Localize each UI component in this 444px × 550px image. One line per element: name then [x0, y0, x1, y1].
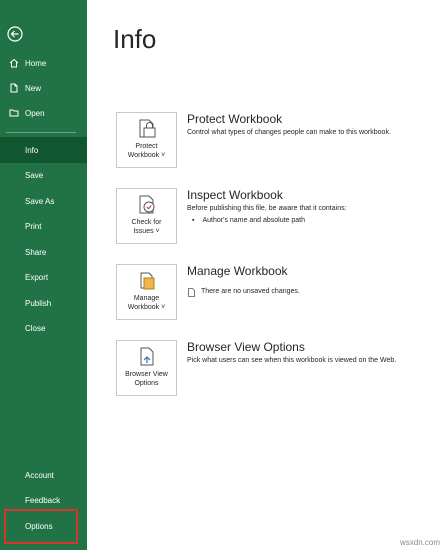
button-label-line2: Options	[134, 380, 159, 387]
sidebar-item-export[interactable]: Export	[0, 264, 87, 290]
options-highlight-box	[4, 509, 78, 544]
sidebar-item-save-as[interactable]: Save As	[0, 188, 87, 214]
folder-open-icon	[9, 109, 19, 117]
sidebar-item-label: Close	[25, 323, 46, 333]
home-icon	[9, 58, 19, 68]
bullet-text: Author's name and absolute path	[202, 217, 306, 224]
button-label-line1: Check for	[131, 219, 162, 226]
protect-workbook-button[interactable]: Protect Workbook ˅	[116, 112, 177, 168]
protect-workbook-section: Protect Workbook ˅ Protect Workbook Cont…	[116, 112, 407, 170]
sidebar-item-label: Info	[25, 145, 39, 155]
sidebar-item-close[interactable]: Close	[0, 315, 87, 341]
backstage-sidebar: Home New Open Info Save Save As Print Sh…	[0, 0, 87, 550]
sidebar-item-label: Save	[25, 170, 44, 180]
inspect-workbook-section: Check for Issues ˅ Inspect Workbook Befo…	[116, 188, 407, 246]
page-title: Info	[113, 24, 157, 54]
sidebar-item-label: Home	[25, 58, 47, 68]
sidebar-item-save[interactable]: Save	[0, 162, 87, 188]
browser-view-options-button[interactable]: Browser View Options	[116, 340, 177, 396]
sidebar-item-open[interactable]: Open	[0, 100, 87, 126]
button-label-line1: Protect	[135, 143, 158, 150]
sidebar-item-label: Open	[25, 108, 45, 118]
document-check-icon	[139, 195, 154, 214]
back-arrow-icon[interactable]	[7, 26, 23, 42]
card-title: Protect Workbook	[187, 112, 283, 126]
manage-workbook-button[interactable]: Manage Workbook ˅	[116, 264, 177, 320]
button-label-line1: Manage	[133, 295, 160, 302]
button-label-line2: Workbook ˅	[127, 304, 166, 311]
sidebar-item-label: Feedback	[25, 495, 61, 505]
sidebar-item-new[interactable]: New	[0, 75, 87, 101]
sidebar-item-label: Account	[25, 470, 54, 480]
card-description: Pick what users can see when this workbo…	[187, 357, 397, 364]
sidebar-divider	[6, 132, 76, 133]
button-label-line2: Issues ˅	[133, 228, 160, 235]
manage-document-icon	[140, 272, 154, 290]
sidebar-item-label: Export	[25, 272, 49, 282]
button-label-line2: Workbook ˅	[127, 152, 166, 159]
browser-view-options-section: Browser View Options Browser View Option…	[116, 340, 407, 398]
card-description: Before publishing this file, be aware th…	[187, 205, 347, 212]
sidebar-item-label: Share	[25, 247, 47, 257]
watermark-text: wsxdn.com	[399, 538, 440, 547]
check-for-issues-button[interactable]: Check for Issues ˅	[116, 188, 177, 244]
button-label-line1: Browser View	[125, 371, 168, 378]
sidebar-item-account[interactable]: Account	[0, 462, 87, 488]
sidebar-item-info[interactable]: Info	[0, 137, 87, 163]
card-title: Manage Workbook	[187, 264, 288, 278]
document-icon	[188, 288, 195, 297]
bullet-item: ▪ Author's name and absolute path	[192, 217, 305, 224]
sidebar-item-label: Publish	[25, 298, 52, 308]
sidebar-item-home[interactable]: Home	[0, 50, 87, 76]
new-file-icon	[10, 83, 18, 93]
card-description: Control what types of changes people can…	[187, 129, 391, 136]
sidebar-item-label: Print	[25, 221, 42, 231]
browser-document-icon	[140, 347, 153, 366]
sidebar-item-label: Save As	[25, 196, 55, 206]
manage-workbook-section: Manage Workbook ˅ Manage Workbook There …	[116, 264, 407, 322]
card-description: There are no unsaved changes.	[201, 288, 300, 295]
card-title: Inspect Workbook	[187, 188, 283, 202]
sidebar-item-print[interactable]: Print	[0, 213, 87, 239]
card-title: Browser View Options	[187, 340, 305, 354]
sidebar-item-publish[interactable]: Publish	[0, 290, 87, 316]
sidebar-item-label: New	[25, 83, 42, 93]
bullet-dot: ▪	[192, 217, 195, 224]
lock-document-icon	[139, 119, 155, 138]
sidebar-item-share[interactable]: Share	[0, 239, 87, 265]
